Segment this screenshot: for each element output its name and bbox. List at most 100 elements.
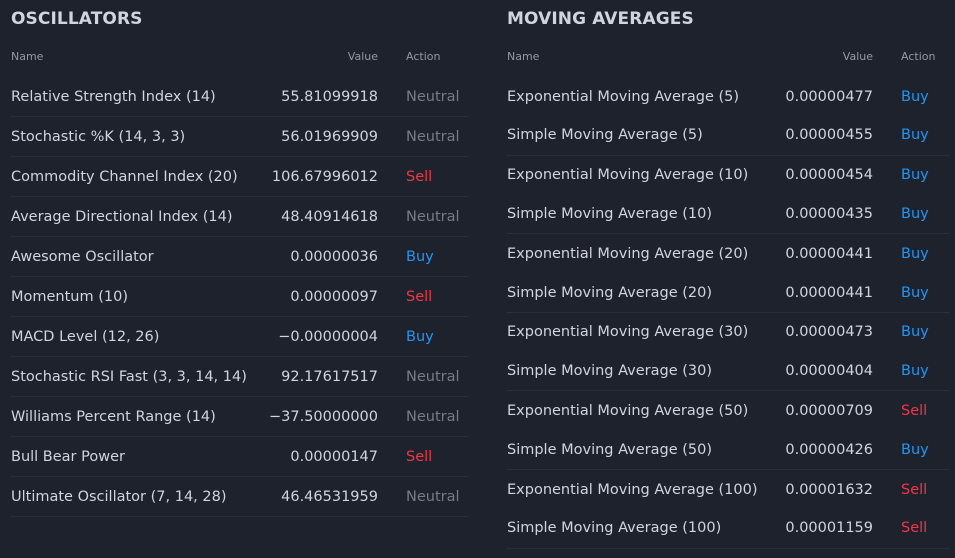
indicator-value: 0.00000477 — [785, 88, 873, 105]
indicator-name: Stochastic %K (14, 3, 3) — [11, 128, 186, 145]
action-signal: Buy — [901, 284, 929, 301]
table-row[interactable]: Exponential Moving Average (10) 0.0000045… — [507, 156, 949, 195]
indicator-name: Exponential Moving Average (20) — [507, 245, 749, 262]
indicator-name: Simple Moving Average (30) — [507, 363, 713, 380]
table-row[interactable]: Simple Moving Average (30) 0.00000404 Buy — [507, 352, 949, 392]
table-row[interactable]: Ultimate Oscillator (7, 14, 28) 46.465319… — [11, 477, 468, 517]
action-signal: Buy — [901, 324, 929, 341]
table-row[interactable]: Stochastic RSI Fast (3, 3, 14, 14) 92.176… — [11, 357, 468, 397]
column-header-value: Value — [842, 50, 873, 63]
action-signal: Neutral — [406, 368, 460, 385]
indicator-name: Exponential Moving Average (100) — [507, 481, 758, 498]
indicator-name: Commodity Channel Index (20) — [11, 168, 238, 185]
table-row[interactable]: Exponential Moving Average (20) 0.0000044… — [507, 234, 949, 273]
column-header-value: Value — [347, 50, 378, 63]
indicator-value: 0.00000097 — [290, 288, 378, 305]
indicator-name: Simple Moving Average (100) — [507, 520, 722, 537]
table-row[interactable]: Momentum (10) 0.00000097 Sell — [11, 277, 468, 317]
indicator-value: 0.00000441 — [785, 245, 873, 262]
action-signal: Buy — [901, 88, 929, 105]
action-signal: Sell — [901, 403, 928, 420]
table-row[interactable]: Simple Moving Average (50) 0.00000426 Buy — [507, 431, 949, 470]
action-signal: Sell — [406, 448, 433, 465]
indicator-value: 55.81099918 — [281, 88, 378, 105]
indicator-name: Stochastic RSI Fast (3, 3, 14, 14) — [11, 368, 247, 385]
indicator-name: Simple Moving Average (10) — [507, 206, 713, 223]
indicator-value: 0.00000147 — [290, 448, 378, 465]
table-row[interactable]: Simple Moving Average (100) 0.00001159 Sel… — [507, 509, 949, 549]
table-row[interactable]: Exponential Moving Average (50) 0.0000070… — [507, 391, 949, 430]
indicator-name: Exponential Moving Average (10) — [507, 167, 749, 184]
oscillators-table-header: Name Value Action — [11, 50, 468, 64]
indicator-name: Exponential Moving Average (5) — [507, 88, 740, 105]
indicator-value: 0.00000709 — [785, 403, 873, 420]
indicator-value: 92.17617517 — [281, 368, 378, 385]
table-row[interactable]: Exponential Moving Average (30) 0.0000047… — [507, 313, 949, 352]
indicator-value: 0.00001159 — [785, 520, 873, 537]
action-signal: Buy — [901, 206, 929, 223]
action-signal: Buy — [406, 248, 434, 265]
action-signal: Neutral — [406, 208, 460, 225]
indicator-value: 46.46531959 — [281, 488, 378, 505]
indicator-value: 0.00000435 — [785, 206, 873, 223]
indicator-name: Momentum (10) — [11, 288, 128, 305]
indicator-name: Exponential Moving Average (50) — [507, 403, 749, 420]
action-signal: Sell — [406, 168, 433, 185]
indicator-value: −37.50000000 — [268, 408, 378, 425]
indicator-value: 0.00000426 — [785, 441, 873, 458]
action-signal: Neutral — [406, 408, 460, 425]
indicator-name: Relative Strength Index (14) — [11, 88, 216, 105]
oscillators-table: Relative Strength Index (14) 55.81099918 N… — [11, 77, 468, 517]
column-header-action: Action — [901, 50, 936, 63]
indicator-value: 106.67996012 — [271, 168, 378, 185]
indicator-value: 48.40914618 — [281, 208, 378, 225]
indicator-value: 0.00000454 — [785, 167, 873, 184]
action-signal: Buy — [901, 127, 929, 144]
indicator-value: 0.00000455 — [785, 127, 873, 144]
indicator-name: Exponential Moving Average (30) — [507, 324, 749, 341]
table-row[interactable]: Simple Moving Average (5) 0.00000455 Buy — [507, 116, 949, 156]
action-signal: Neutral — [406, 88, 460, 105]
indicator-value: −0.00000004 — [278, 328, 378, 345]
table-row[interactable]: Simple Moving Average (20) 0.00000441 Buy — [507, 273, 949, 313]
moving-averages-title: MOVING AVERAGES — [507, 9, 694, 29]
table-row[interactable]: Exponential Moving Average (5) 0.00000477… — [507, 77, 949, 116]
oscillators-title: OSCILLATORS — [11, 9, 143, 29]
indicator-value: 0.00000473 — [785, 324, 873, 341]
action-signal: Sell — [406, 288, 433, 305]
indicator-value: 0.00000441 — [785, 284, 873, 301]
action-signal: Sell — [901, 481, 928, 498]
indicator-value: 0.00001632 — [785, 481, 873, 498]
indicator-name: MACD Level (12, 26) — [11, 328, 160, 345]
indicator-value: 0.00000036 — [290, 248, 378, 265]
indicator-name: Average Directional Index (14) — [11, 208, 233, 225]
table-row[interactable]: Exponential Moving Average (100) 0.000016… — [507, 470, 949, 509]
table-row[interactable]: MACD Level (12, 26) −0.00000004 Buy — [11, 317, 468, 357]
indicator-name: Simple Moving Average (50) — [507, 441, 713, 458]
action-signal: Buy — [901, 441, 929, 458]
table-row[interactable]: Bull Bear Power 0.00000147 Sell — [11, 437, 468, 477]
action-signal: Neutral — [406, 488, 460, 505]
table-row[interactable]: Simple Moving Average (10) 0.00000435 Buy — [507, 195, 949, 235]
table-row[interactable]: Williams Percent Range (14) −37.50000000 N… — [11, 397, 468, 437]
moving-averages-table: Exponential Moving Average (5) 0.00000477… — [507, 77, 949, 549]
action-signal: Neutral — [406, 128, 460, 145]
action-signal: Buy — [901, 167, 929, 184]
indicator-value: 0.00000404 — [785, 363, 873, 380]
indicator-name: Awesome Oscillator — [11, 248, 154, 265]
table-row[interactable]: Awesome Oscillator 0.00000036 Buy — [11, 237, 468, 277]
action-signal: Sell — [901, 520, 928, 537]
indicator-name: Ultimate Oscillator (7, 14, 28) — [11, 488, 227, 505]
table-row[interactable]: Relative Strength Index (14) 55.81099918 N… — [11, 77, 468, 117]
indicator-value: 56.01969909 — [281, 128, 378, 145]
moving-averages-table-header: Name Value Action — [507, 50, 949, 64]
indicator-name: Williams Percent Range (14) — [11, 408, 216, 425]
column-header-name: Name — [507, 50, 540, 63]
action-signal: Buy — [406, 328, 434, 345]
table-row[interactable]: Commodity Channel Index (20) 106.67996012… — [11, 157, 468, 197]
table-row[interactable]: Stochastic %K (14, 3, 3) 56.01969909 Neutr… — [11, 117, 468, 157]
table-row[interactable]: Average Directional Index (14) 48.4091461… — [11, 197, 468, 237]
action-signal: Buy — [901, 245, 929, 262]
indicator-name: Bull Bear Power — [11, 448, 125, 465]
indicator-name: Simple Moving Average (20) — [507, 284, 713, 301]
